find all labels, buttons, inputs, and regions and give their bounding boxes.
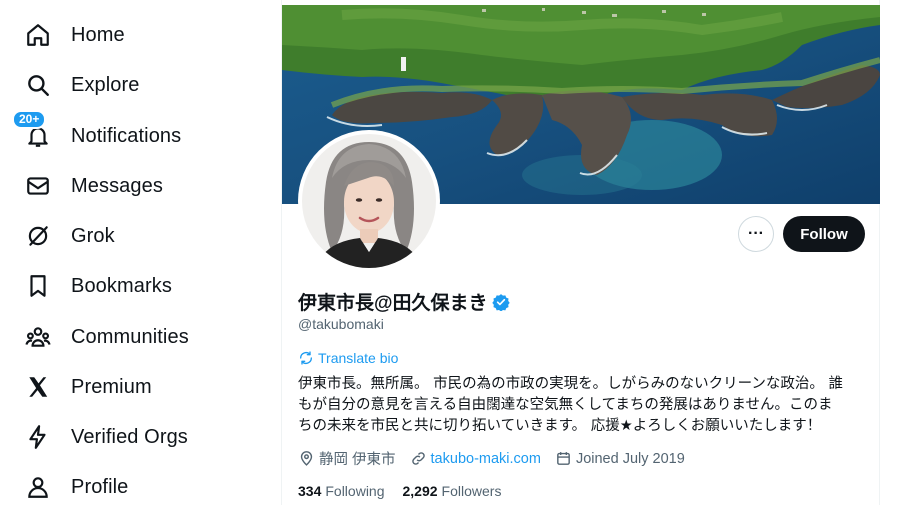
x-logo-icon	[22, 371, 54, 403]
location-text: 静岡 伊東市	[319, 452, 396, 468]
translate-bio-link[interactable]: Translate bio	[298, 350, 398, 366]
following-count: 334	[298, 483, 322, 499]
profile-handle: @takubomaki	[298, 316, 384, 332]
follow-button[interactable]: Follow	[783, 216, 865, 252]
profile-website[interactable]: takubo-maki.com	[410, 450, 541, 467]
link-icon	[411, 452, 425, 465]
translate-icon	[300, 351, 312, 365]
sidebar-item-messages[interactable]: Messages	[22, 166, 163, 206]
sidebar-item-grok[interactable]: Grok	[22, 216, 115, 256]
followers-label: Followers	[441, 483, 502, 499]
calendar-icon	[557, 452, 570, 465]
website-link[interactable]: takubo-maki.com	[431, 451, 541, 467]
sidebar-item-label: Messages	[71, 174, 163, 197]
following-label: Following	[325, 483, 385, 499]
envelope-icon	[22, 170, 54, 202]
followers-count-link[interactable]: 2,292 Followers	[403, 483, 502, 499]
notification-badge: 20+	[12, 110, 47, 129]
sidebar-item-label: Grok	[71, 224, 115, 247]
verified-badge-icon[interactable]	[491, 293, 510, 311]
search-icon	[22, 69, 54, 101]
profile-display-name: 伊東市長@田久保まき	[298, 288, 510, 315]
people-icon	[22, 321, 54, 353]
profile-location: 静岡 伊東市	[298, 448, 396, 469]
lightning-icon	[22, 421, 54, 453]
grok-icon	[22, 220, 54, 252]
following-count-link[interactable]: 334 Following	[298, 483, 385, 499]
sidebar-item-bookmarks[interactable]: Bookmarks	[22, 266, 172, 306]
sidebar-item-home[interactable]: Home	[22, 15, 125, 55]
sidebar-item-premium[interactable]: Premium	[22, 367, 152, 407]
person-icon	[22, 471, 54, 503]
bio-line: ちの未来を市民と共に切り拓いていきます。 応援★よろしくお願いいたします！	[298, 418, 822, 434]
bell-icon: 20+	[12, 110, 54, 152]
joined-text: Joined July 2019	[575, 450, 685, 467]
sidebar-item-label: Notifications	[71, 124, 182, 147]
sidebar-item-label: Home	[71, 23, 125, 46]
bio-line: 伊東市長。無所属。 市民の為の市政の実現を。しがらみのないクリーンな政治。 誰	[298, 376, 843, 392]
sidebar-item-label: Profile	[71, 475, 129, 498]
follow-counts: 334 Following 2,292 Followers	[298, 483, 519, 499]
sidebar-item-label: Bookmarks	[71, 274, 172, 297]
more-dots-icon: ···	[748, 225, 764, 242]
avatar-photo	[302, 134, 436, 268]
sidebar-item-profile[interactable]: Profile	[22, 467, 128, 505]
sidebar-item-communities[interactable]: Communities	[22, 317, 189, 357]
location-pin-icon	[300, 451, 313, 466]
home-icon	[22, 19, 54, 51]
profile-avatar[interactable]	[298, 130, 440, 272]
sidebar-nav: Home Explore 20+ Notifications Messages …	[0, 0, 280, 505]
display-name-text: 伊東市長@田久保まき	[298, 293, 488, 314]
bookmark-icon	[22, 270, 54, 302]
profile-bio: 伊東市長。無所属。 市民の為の市政の実現を。しがらみのないクリーンな政治。 誰 …	[298, 374, 864, 437]
sidebar-item-verified-orgs[interactable]: Verified Orgs	[22, 417, 188, 457]
profile-meta-row: 静岡 伊東市 takubo-maki.com Joined July 2019	[298, 448, 699, 469]
sidebar-item-label: Verified Orgs	[71, 425, 188, 448]
bio-line: もが自分の意見を言える自由闊達な空気無くしてまちの発展はありません。このま	[298, 397, 833, 413]
profile-column: ··· Follow 伊東市長@田久保まき @takubomaki Transl…	[281, 0, 880, 505]
sidebar-item-label: Communities	[71, 325, 189, 348]
sidebar-item-label: Premium	[71, 375, 152, 398]
profile-joined-date: Joined July 2019	[555, 450, 685, 467]
sidebar-item-notifications[interactable]: 20+ Notifications	[12, 110, 182, 156]
translate-bio-label: Translate bio	[318, 350, 399, 366]
followers-count: 2,292	[402, 483, 438, 499]
more-options-button[interactable]: ···	[738, 216, 774, 252]
sidebar-item-explore[interactable]: Explore	[22, 65, 140, 105]
sidebar-item-label: Explore	[71, 73, 140, 96]
